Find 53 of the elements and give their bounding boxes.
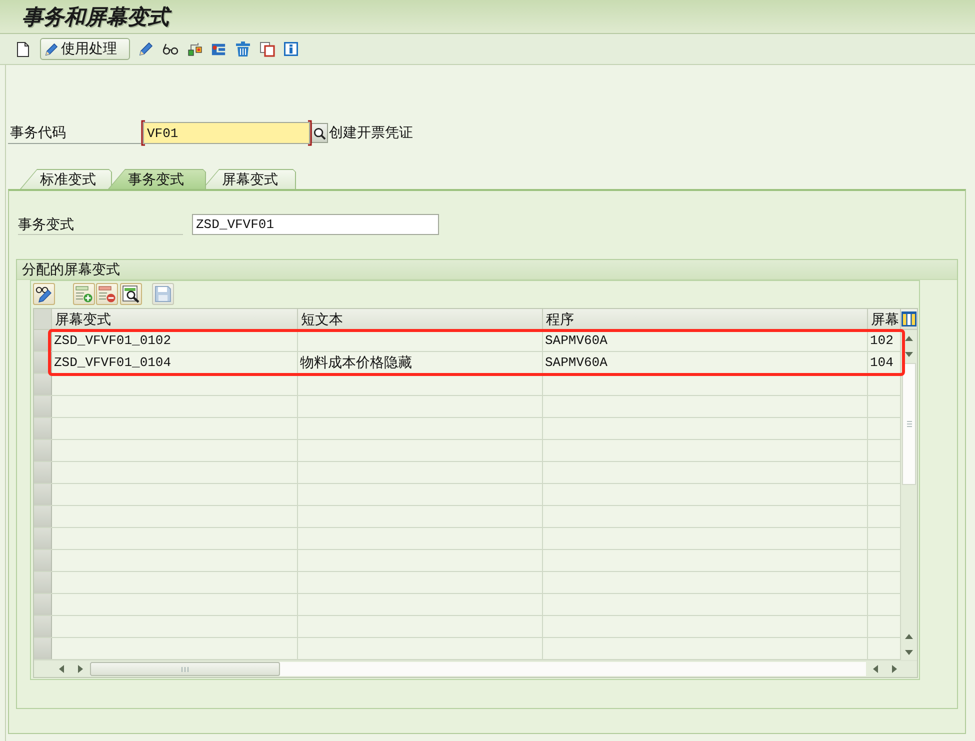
table-cell: 物料成本价格隐藏 (298, 352, 543, 373)
group-title: 分配的屏幕变式 (17, 260, 957, 280)
table-cell: SAPMV60A (543, 330, 868, 351)
table-cell: ZSD_VFVF01_0104 (52, 352, 298, 373)
use-processing-button[interactable]: 使用处理 (40, 38, 130, 60)
caret-right-icon (78, 665, 83, 673)
tab[interactable]: 标准变式 (20, 169, 112, 189)
grip-icon (181, 666, 189, 672)
delete-row-button[interactable] (96, 283, 118, 305)
column-settings-icon[interactable] (901, 311, 917, 327)
table-cell: ZSD_VFVF01_0102 (52, 330, 298, 351)
details-button[interactable] (120, 283, 142, 305)
new-document-icon[interactable] (17, 42, 29, 56)
magnifier-sheet-icon (122, 285, 140, 303)
save-icon (154, 285, 172, 303)
caret-right-icon (892, 665, 897, 673)
glasses-pencil-icon (35, 285, 53, 303)
column-header[interactable]: 屏幕变式 (52, 309, 298, 329)
pencil-icon (45, 42, 58, 56)
caret-up-icon (905, 336, 913, 340)
horizontal-scrollbar[interactable] (34, 660, 917, 677)
caret-down-icon (905, 352, 913, 356)
glasses-icon[interactable] (162, 43, 179, 55)
info-icon[interactable] (284, 42, 298, 56)
search-button[interactable] (311, 123, 328, 143)
display-change-button[interactable] (33, 283, 55, 305)
hierarchy-icon[interactable] (188, 42, 202, 56)
tab[interactable]: 事务变式 (108, 169, 206, 189)
trash-icon[interactable] (235, 41, 251, 57)
grip-icon (906, 421, 912, 427)
column-header[interactable]: 短文本 (298, 309, 543, 329)
pencil-icon[interactable] (139, 42, 153, 56)
caret-up-icon (905, 634, 913, 638)
search-icon (313, 126, 326, 140)
clamp-icon[interactable] (211, 42, 226, 56)
caret-left-icon (59, 665, 64, 673)
transaction-code-field[interactable]: VF01 (143, 122, 310, 144)
caret-left-icon (873, 665, 878, 673)
row-plus-icon (75, 285, 93, 303)
column-header[interactable]: 程序 (543, 309, 868, 329)
vertical-scrollbar[interactable] (901, 330, 917, 660)
scrollbar-thumb[interactable] (902, 363, 916, 485)
copy-icon[interactable] (260, 42, 275, 56)
row-minus-icon (98, 285, 116, 303)
field-label: 事务变式 (18, 214, 183, 234)
table-cell: SAPMV60A (543, 352, 868, 373)
description-text: 创建开票凭证 (329, 124, 413, 142)
append-row-button[interactable] (73, 283, 95, 305)
scrollbar-thumb[interactable] (90, 662, 280, 676)
caret-down-icon (905, 650, 913, 654)
transaction-variant-field[interactable]: ZSD_VFVF01 (192, 214, 439, 234)
field-label: 事务代码 (8, 122, 141, 144)
select-all-cell[interactable] (34, 309, 52, 329)
